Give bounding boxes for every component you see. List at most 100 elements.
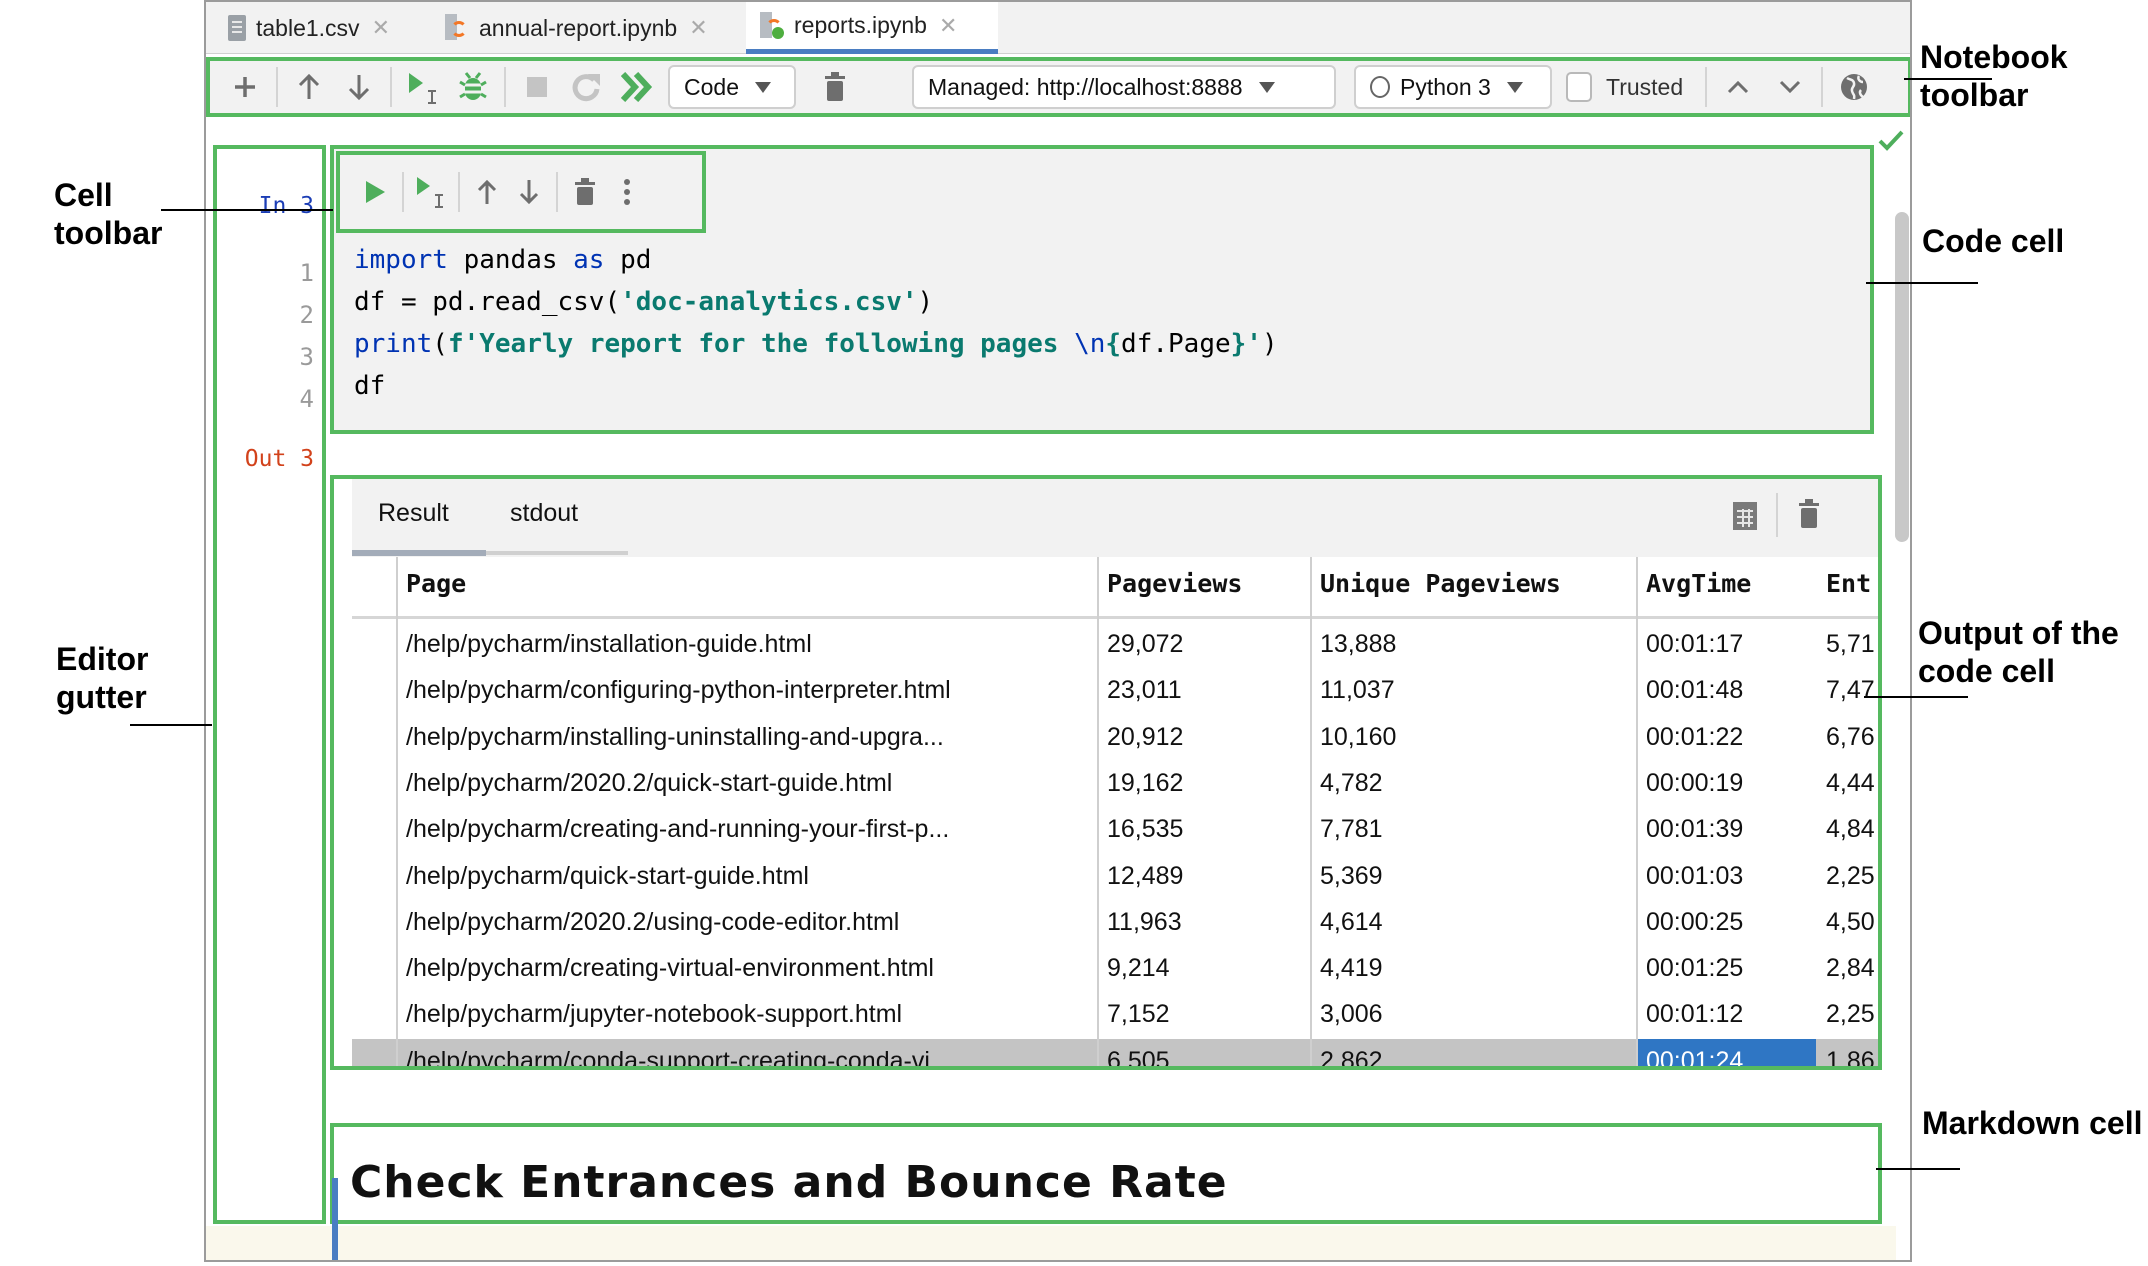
cell-type-dropdown[interactable]: Code [668, 65, 796, 109]
next-cell-button[interactable] [1769, 66, 1811, 108]
table-cell[interactable]: /help/pycharm/creating-and-running-your-… [406, 815, 949, 844]
table-cell[interactable]: 00:00:19 [1646, 769, 1743, 798]
move-cell-up-button[interactable] [288, 66, 330, 108]
delete-cell-button[interactable] [814, 66, 856, 108]
debug-cell-button[interactable] [452, 66, 494, 108]
vertical-scrollbar-thumb[interactable] [1895, 212, 1909, 542]
table-cell[interactable]: 10,160 [1320, 723, 1396, 752]
table-cell[interactable]: /help/pycharm/installation-guide.html [406, 630, 812, 659]
restart-kernel-button[interactable] [566, 66, 608, 108]
table-cell[interactable]: 5,369 [1320, 862, 1383, 891]
code-cell[interactable]: import pandas as pd df = pd.read_csv('doc… [330, 145, 1874, 434]
table-cell[interactable]: 9,214 [1107, 954, 1170, 983]
delete-cell-button[interactable] [564, 171, 606, 213]
jupyter-server-dropdown[interactable]: Managed: http://localhost:8888 [912, 65, 1336, 109]
move-cell-up-button[interactable] [466, 171, 508, 213]
table-cell[interactable]: 4,614 [1320, 908, 1383, 937]
table-cell[interactable]: 12,489 [1107, 862, 1183, 891]
close-tab-icon[interactable]: ✕ [372, 15, 390, 41]
stop-kernel-button[interactable] [516, 66, 558, 108]
run-all-button[interactable] [616, 66, 658, 108]
table-cell[interactable]: 00:01:12 [1646, 1000, 1743, 1029]
clear-output-button[interactable] [1798, 499, 1820, 534]
open-in-browser-button[interactable] [1833, 66, 1875, 108]
tab-table1-csv[interactable]: table1.csv ✕ [216, 2, 402, 54]
table-cell[interactable]: /help/pycharm/2020.2/quick-start-guide.h… [406, 769, 892, 798]
table-cell[interactable]: 00:01:03 [1646, 862, 1743, 891]
code-line[interactable]: import pandas as pd [354, 245, 651, 275]
table-cell[interactable]: 13,888 [1320, 630, 1396, 659]
run-cell-and-select-below-button[interactable] [402, 66, 444, 108]
column-divider[interactable] [1310, 557, 1312, 1066]
code-line[interactable]: df = pd.read_csv('doc-analytics.csv') [354, 287, 933, 317]
column-header[interactable]: Ent [1826, 569, 1871, 598]
table-cell[interactable]: 11,037 [1320, 676, 1395, 705]
table-cell[interactable]: 2,862 [1320, 1047, 1383, 1066]
column-header[interactable]: AvgTime [1646, 569, 1751, 598]
table-cell[interactable]: 00:01:25 [1646, 954, 1743, 983]
table-cell[interactable]: 16,535 [1107, 815, 1183, 844]
trusted-checkbox[interactable] [1566, 72, 1592, 102]
run-cell-button[interactable] [354, 171, 396, 213]
table-cell[interactable]: 20,912 [1107, 723, 1183, 752]
table-cell[interactable]: 4,782 [1320, 769, 1383, 798]
output-tab-result[interactable]: Result [378, 499, 449, 528]
column-header[interactable]: Unique Pageviews [1320, 569, 1561, 598]
table-cell[interactable]: 00:00:25 [1646, 908, 1743, 937]
result-table[interactable]: Page Pageviews Unique Pageviews AvgTime Ent /… [352, 557, 1878, 1066]
table-cell[interactable]: 00:01:22 [1646, 723, 1743, 752]
tab-annual-report[interactable]: annual-report.ipynb ✕ [431, 2, 720, 54]
table-cell[interactable]: 00:01:24 [1646, 1047, 1743, 1066]
table-cell[interactable]: 23,011 [1107, 676, 1182, 705]
close-tab-icon[interactable]: ✕ [939, 13, 957, 39]
table-cell[interactable]: 19,162 [1107, 769, 1183, 798]
table-cell[interactable]: /help/pycharm/quick-start-guide.html [406, 862, 809, 891]
table-cell[interactable]: 2,84 [1826, 954, 1875, 983]
tab-reports-ipynb[interactable]: reports.ipynb ✕ [746, 2, 998, 54]
table-cell[interactable]: /help/pycharm/creating-virtual-environme… [406, 954, 934, 983]
table-cell[interactable]: 4,44 [1826, 769, 1875, 798]
table-cell[interactable]: 7,47 [1826, 676, 1875, 705]
code-line[interactable]: df [354, 371, 385, 401]
column-divider[interactable] [1097, 557, 1099, 1066]
column-header[interactable]: Page [406, 569, 466, 598]
previous-cell-button[interactable] [1717, 66, 1759, 108]
column-header[interactable]: Pageviews [1107, 569, 1242, 598]
table-cell[interactable]: 4,84 [1826, 815, 1875, 844]
table-cell[interactable]: 7,781 [1320, 815, 1383, 844]
table-cell[interactable]: 2,25 [1826, 1000, 1875, 1029]
code-line[interactable]: print(f'Yearly report for the following … [354, 329, 1278, 359]
table-cell[interactable]: 6,76 [1826, 723, 1875, 752]
add-cell-button[interactable] [224, 66, 266, 108]
table-cell[interactable]: 6,505 [1107, 1047, 1170, 1066]
table-cell[interactable]: /help/pycharm/2020.2/using-code-editor.h… [406, 908, 899, 937]
table-cell[interactable]: 4,419 [1320, 954, 1383, 983]
table-cell[interactable]: 00:01:39 [1646, 815, 1743, 844]
move-cell-down-button[interactable] [338, 66, 380, 108]
run-and-select-below-button[interactable] [410, 171, 452, 213]
move-cell-down-button[interactable] [508, 171, 550, 213]
column-divider[interactable] [1636, 557, 1638, 1066]
table-cell[interactable]: 00:01:48 [1646, 676, 1743, 705]
table-cell[interactable]: 1,86 [1826, 1047, 1875, 1066]
kernel-dropdown[interactable]: Python 3 [1354, 65, 1552, 109]
table-cell[interactable]: /help/pycharm/conda-support-creating-con… [406, 1047, 951, 1066]
table-cell[interactable]: /help/pycharm/jupyter-notebook-support.h… [406, 1000, 902, 1029]
more-actions-button[interactable] [606, 171, 648, 213]
table-cell[interactable]: 00:01:17 [1646, 630, 1743, 659]
table-cell[interactable]: 29,072 [1107, 630, 1183, 659]
table-cell[interactable]: /help/pycharm/configuring-python-interpr… [406, 676, 951, 705]
markdown-cell[interactable]: Check Entrances and Bounce Rate [330, 1123, 1882, 1224]
table-cell[interactable]: 3,006 [1320, 1000, 1383, 1029]
close-tab-icon[interactable]: ✕ [689, 15, 707, 41]
table-cell[interactable]: 7,152 [1107, 1000, 1170, 1029]
table-cell[interactable]: 11,963 [1107, 908, 1182, 937]
table-cell[interactable]: 2,25 [1826, 862, 1875, 891]
table-cell[interactable]: /help/pycharm/installing-uninstalling-an… [406, 723, 944, 752]
table-cell[interactable]: 5,71 [1826, 630, 1875, 659]
column-divider[interactable] [396, 557, 398, 1066]
table-view-button[interactable] [1732, 501, 1758, 536]
table-icon [1733, 502, 1757, 530]
output-tab-stdout[interactable]: stdout [510, 499, 578, 528]
table-cell[interactable]: 4,50 [1826, 908, 1875, 937]
